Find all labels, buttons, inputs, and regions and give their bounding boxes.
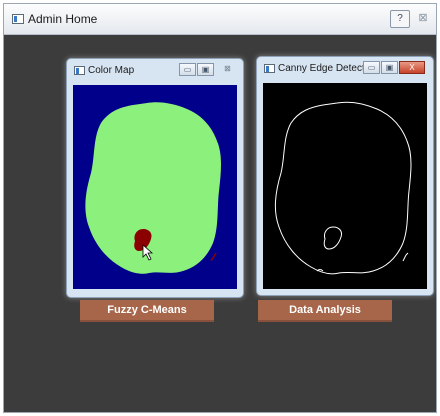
- color-map-image: [73, 85, 237, 289]
- color-map-window-icon: [74, 66, 85, 75]
- data-analysis-button[interactable]: Data Analysis: [258, 300, 392, 322]
- maximize-icon[interactable]: ▣: [197, 63, 214, 76]
- color-map-window: Color Map ▭ ▣ ⊠: [66, 58, 244, 298]
- admin-home-window: Admin Home ? ⊠ Color Map ▭ ▣ ⊠ Canny Edg…: [3, 3, 437, 413]
- canny-window-icon: [264, 64, 275, 73]
- app-window-icon: [12, 14, 24, 24]
- maximize-icon[interactable]: ▣: [381, 61, 398, 74]
- canny-edge-image: [263, 83, 427, 289]
- canny-titlebar[interactable]: Canny Edge Detector ▭ ▣ X: [257, 57, 433, 81]
- help-button[interactable]: ?: [390, 10, 410, 28]
- minimize-icon[interactable]: ▭: [363, 61, 380, 74]
- canny-edge-window: Canny Edge Detector ▭ ▣ X: [256, 56, 434, 296]
- fuzzy-c-means-button[interactable]: Fuzzy C-Means: [80, 300, 214, 322]
- window-title: Admin Home: [28, 12, 98, 26]
- color-map-title: Color Map: [88, 65, 135, 76]
- color-map-titlebar[interactable]: Color Map ▭ ▣ ⊠: [67, 59, 243, 83]
- edge-image-background: [263, 83, 427, 289]
- close-icon[interactable]: X: [399, 61, 425, 74]
- admin-titlebar[interactable]: Admin Home ? ⊠: [4, 4, 436, 35]
- minimize-icon[interactable]: ▭: [179, 63, 196, 76]
- segmented-region: [85, 102, 221, 274]
- close-window-button[interactable]: ⊠: [416, 10, 430, 26]
- close-icon[interactable]: ⊠: [219, 63, 236, 76]
- canny-title: Canny Edge Detector: [278, 63, 374, 74]
